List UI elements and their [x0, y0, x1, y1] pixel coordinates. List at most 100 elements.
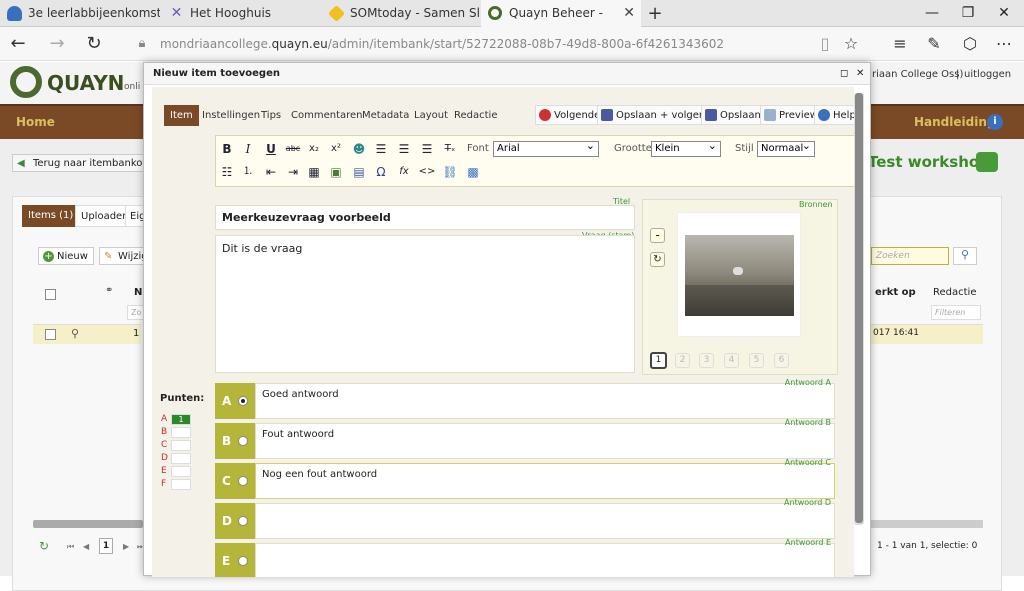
filter-input[interactable]: Filteren	[931, 305, 981, 320]
select-all-checkbox[interactable]	[45, 289, 56, 300]
align-left-icon[interactable]: ☰	[372, 140, 390, 158]
points-input[interactable]	[171, 440, 191, 451]
answer-row[interactable]: D Antwoord D	[215, 498, 835, 539]
link-icon[interactable]: ⛓︎	[441, 163, 459, 181]
source-image-frame[interactable]	[677, 212, 801, 337]
source-page-button[interactable]: 4	[724, 353, 739, 368]
source-page-button[interactable]: 5	[749, 353, 764, 368]
pager-page-input[interactable]: 1	[99, 538, 113, 554]
points-input[interactable]	[171, 453, 191, 464]
table-row[interactable]: ⚲ 1	[33, 325, 141, 344]
correct-answer-radio[interactable]	[238, 396, 248, 406]
search-input[interactable]: Zoeken	[871, 247, 949, 265]
answer-text-input[interactable]	[255, 543, 835, 577]
source-page-button[interactable]: 6	[774, 353, 789, 368]
align-center-icon[interactable]: ☰	[395, 140, 413, 158]
menu-manual[interactable]: Handleiding	[914, 115, 995, 129]
table-row[interactable]: 017 16:41	[871, 325, 983, 344]
image-icon[interactable]: ▣	[327, 163, 345, 181]
style-select[interactable]: Normaal	[757, 139, 815, 157]
answer-text-input[interactable]: Goed antwoord	[255, 383, 835, 419]
pager-next-icon[interactable]: ▶	[123, 542, 129, 551]
font-select[interactable]: Arial	[493, 139, 599, 157]
subscript-icon[interactable]: x₂	[305, 140, 323, 158]
align-right-icon[interactable]: ☰	[418, 140, 436, 158]
answer-text-input[interactable]: Fout antwoord	[255, 423, 835, 459]
menu-home[interactable]: Home	[16, 115, 55, 129]
close-icon[interactable]: ✕	[856, 63, 864, 85]
search-icon[interactable]: ⚲	[953, 247, 977, 265]
pager-prev-icon[interactable]: ◀	[83, 542, 89, 551]
column-redactie[interactable]: Redactie	[933, 287, 976, 298]
restore-button[interactable]: ❐	[950, 0, 986, 27]
answer-row[interactable]: C Nog een fout antwoord Antwoord C	[215, 458, 835, 499]
scrollbar-thumb[interactable]	[855, 93, 863, 523]
points-input[interactable]: 1	[171, 414, 191, 425]
source-code-icon[interactable]: <>	[418, 163, 436, 181]
refresh-button[interactable]: ↻	[81, 32, 107, 56]
size-select[interactable]: Klein	[651, 139, 721, 157]
numbered-list-icon[interactable]: ⒈	[239, 163, 257, 181]
correct-answer-radio[interactable]	[238, 556, 248, 566]
tab-items[interactable]: Items (1)	[22, 205, 80, 227]
bullet-list-icon[interactable]: ☷	[218, 163, 236, 181]
more-icon[interactable]: ⋯	[992, 33, 1016, 55]
help-button[interactable]: Help	[814, 105, 854, 125]
outdent-icon[interactable]: ⇤	[262, 163, 280, 181]
new-tab-button[interactable]: +	[643, 0, 667, 27]
share-icon[interactable]: ⬡	[958, 33, 982, 55]
omega-icon[interactable]: Ω	[372, 163, 390, 181]
question-title-input[interactable]: Meerkeuzevraag voorbeeld	[215, 205, 635, 230]
web-note-icon[interactable]: ✎	[922, 33, 946, 55]
answer-row[interactable]: A Goed antwoord Antwoord A	[215, 378, 835, 419]
magnifier-icon[interactable]: ⚲	[71, 327, 79, 340]
correct-answer-radio[interactable]	[238, 476, 248, 486]
answer-text-input[interactable]: Nog een fout antwoord	[255, 463, 835, 499]
points-input[interactable]	[171, 466, 191, 477]
remove-source-button[interactable]: -	[650, 228, 665, 243]
select-all-icon[interactable]: ▩	[464, 163, 482, 181]
underline-icon[interactable]: U	[262, 140, 280, 158]
source-page-button[interactable]: 3	[699, 353, 714, 368]
answer-row[interactable]: E Antwoord E	[215, 538, 835, 577]
superscript-icon[interactable]: x²	[327, 140, 345, 158]
browser-tab-active[interactable]: Quayn Beheer - ✕	[481, 0, 641, 28]
special-char-icon[interactable]: ☻	[350, 140, 368, 158]
formula-icon[interactable]: fx	[395, 163, 413, 181]
italic-icon[interactable]: I	[239, 140, 257, 158]
horizontal-scrollbar[interactable]	[33, 520, 143, 528]
reading-view-icon[interactable]: ▯	[813, 33, 837, 55]
row-checkbox[interactable]	[45, 329, 56, 340]
indent-icon[interactable]: ⇥	[284, 163, 302, 181]
answer-text-input[interactable]	[255, 503, 835, 539]
new-item-button[interactable]: + Nieuw	[38, 247, 94, 265]
dialog-scrollbar[interactable]	[854, 93, 864, 525]
info-icon[interactable]: i	[987, 114, 1003, 130]
refresh-icon[interactable]: ↻	[39, 539, 49, 553]
correct-answer-radio[interactable]	[238, 436, 248, 446]
clear-format-icon[interactable]: T̶ₓ	[441, 140, 459, 158]
favorite-star-icon[interactable]: ☆	[839, 33, 863, 55]
logout-link[interactable]: uitloggen	[964, 69, 1011, 80]
next-button[interactable]: Volgende	[535, 105, 606, 125]
list-menu-icon[interactable]	[976, 152, 998, 172]
answer-row[interactable]: B Fout antwoord Antwoord B	[215, 418, 835, 459]
back-button[interactable]: ←	[5, 32, 31, 56]
browser-tab[interactable]: 3e leerlabbijeenkomst - Au	[0, 0, 160, 27]
tab-redactie[interactable]: Redactie	[448, 105, 503, 126]
tab-tips[interactable]: Tips	[255, 105, 287, 126]
correct-answer-radio[interactable]	[238, 516, 248, 526]
source-page-button[interactable]: 1	[650, 352, 667, 369]
rotate-source-button[interactable]: ↻	[650, 252, 665, 267]
tab-item[interactable]: Item	[164, 105, 199, 126]
source-page-button[interactable]: 2	[675, 353, 690, 368]
tab-metadata[interactable]: Metadata	[356, 105, 415, 126]
column-date[interactable]: erkt op	[875, 287, 916, 298]
minimize-button[interactable]: —	[914, 0, 950, 27]
hub-icon[interactable]: ≡	[888, 33, 912, 55]
close-icon[interactable]: ✕	[623, 0, 635, 27]
strikethrough-icon[interactable]: abc	[284, 140, 302, 158]
close-window-button[interactable]: ✕	[986, 0, 1022, 27]
browser-tab[interactable]: SOMtoday - Samen Slimme	[322, 0, 480, 27]
forward-button[interactable]: →	[44, 32, 70, 56]
